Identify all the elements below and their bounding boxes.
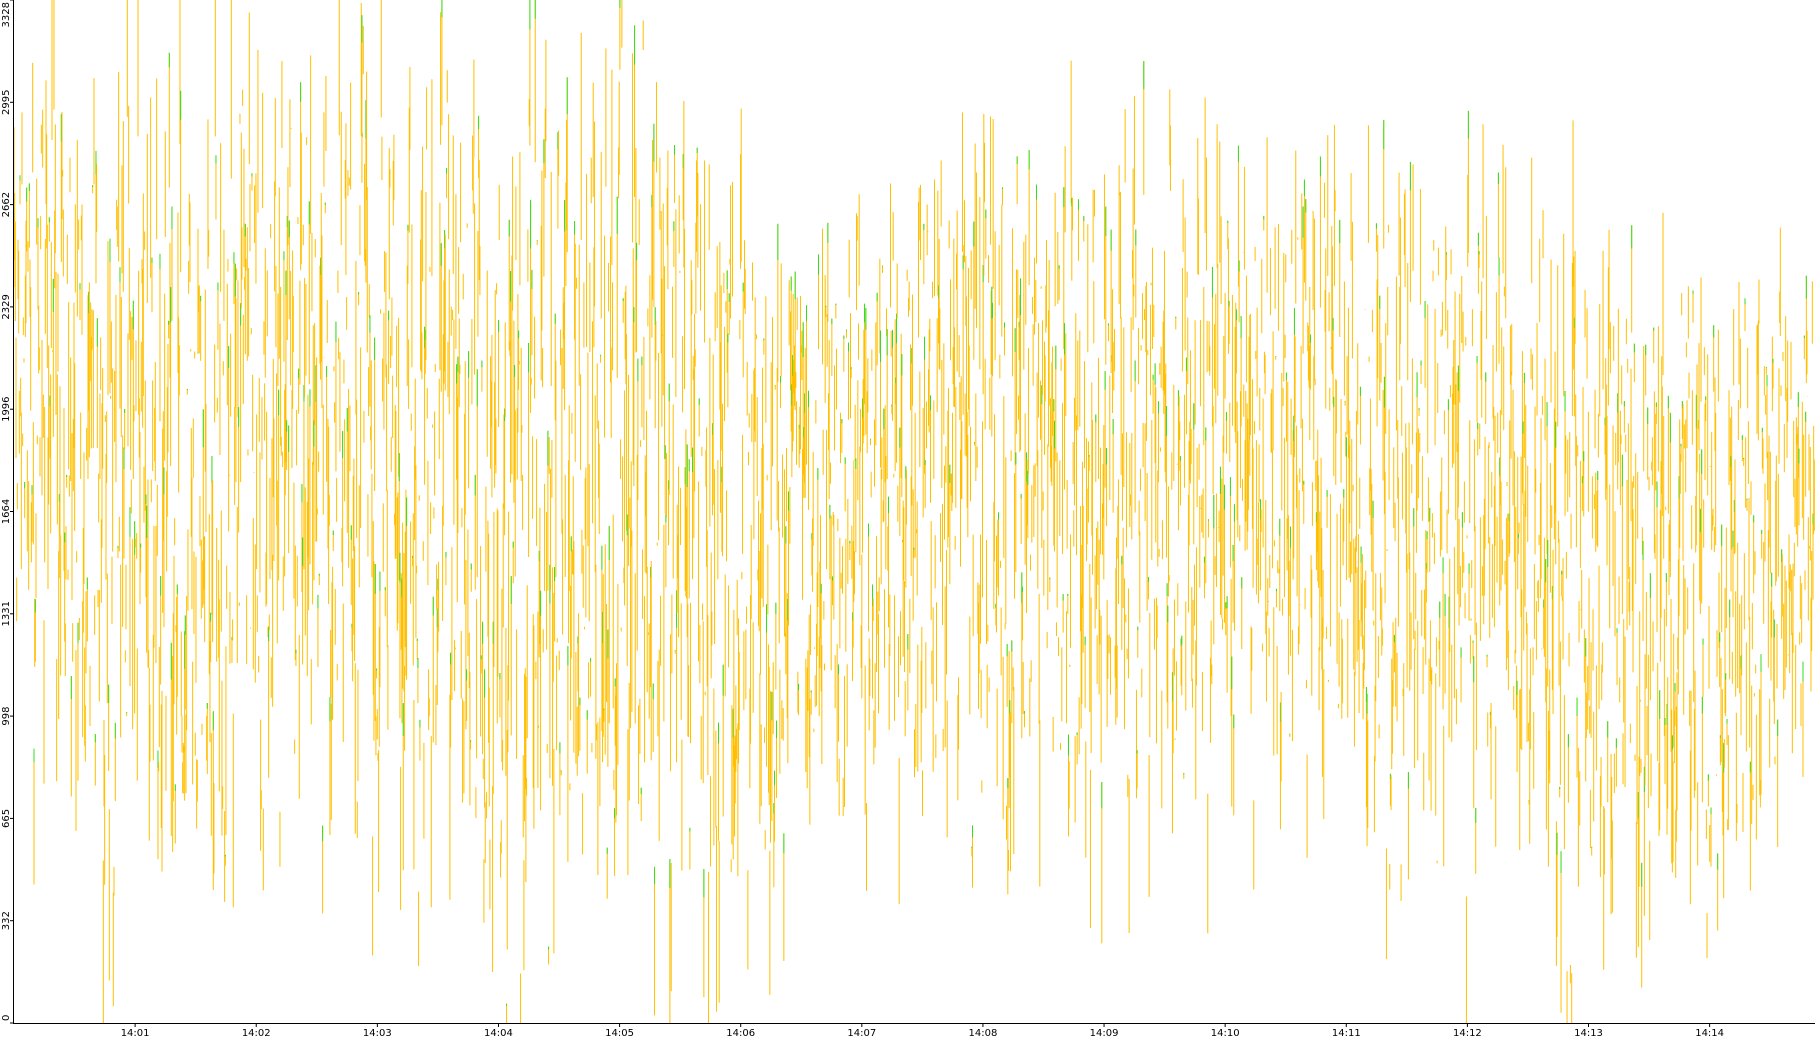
x-tick-label: 14:01 — [121, 1028, 150, 1039]
x-tick-label: 14:06 — [726, 1028, 755, 1039]
x-tick-label: 14:10 — [1211, 1028, 1240, 1039]
y-tick-label: 2329 — [1, 294, 12, 319]
y-tick-label: 2995 — [1, 90, 12, 115]
y-tick-label: 665 — [1, 809, 12, 828]
y-tick-label: 3328 — [1, 2, 12, 27]
x-tick-label: 14:04 — [484, 1028, 513, 1039]
x-tick-label: 14:07 — [847, 1028, 876, 1039]
x-tick-label: 14:12 — [1453, 1028, 1482, 1039]
x-tick-label: 14:08 — [969, 1028, 998, 1039]
x-tick-group: 14:01 14:02 14:03 14:04 14:05 14:06 14:07 14:08… — [121, 1023, 1724, 1039]
x-tick-label: 14:03 — [363, 1028, 392, 1039]
x-tick-label: 14:14 — [1695, 1028, 1724, 1039]
bar-group — [13, 0, 1815, 1023]
y-tick-label: 2662 — [1, 192, 12, 217]
y-tick-label: 332 — [1, 911, 12, 930]
x-tick-label: 14:09 — [1090, 1028, 1119, 1039]
y-tick-label: 1996 — [1, 396, 12, 421]
bar-chart: 0 332 665 998 1331 1664 1996 2329 2662 2995 3328 1… — [0, 0, 1815, 1039]
y-tick-label: 1331 — [1, 601, 12, 626]
x-tick-label: 14:13 — [1574, 1028, 1603, 1039]
y-tick-label: 998 — [1, 707, 12, 726]
x-tick-label: 14:02 — [242, 1028, 271, 1039]
y-tick-label: 0 — [1, 1015, 12, 1021]
chart-canvas: 0 332 665 998 1331 1664 1996 2329 2662 2995 3328 1… — [1, 0, 1815, 1039]
x-tick-label: 14:05 — [605, 1028, 634, 1039]
y-tick-label: 1664 — [1, 499, 12, 524]
y-tick-group: 0 332 665 998 1331 1664 1996 2329 2662 2995 3328 — [1, 0, 14, 1024]
x-tick-label: 14:11 — [1332, 1028, 1361, 1039]
